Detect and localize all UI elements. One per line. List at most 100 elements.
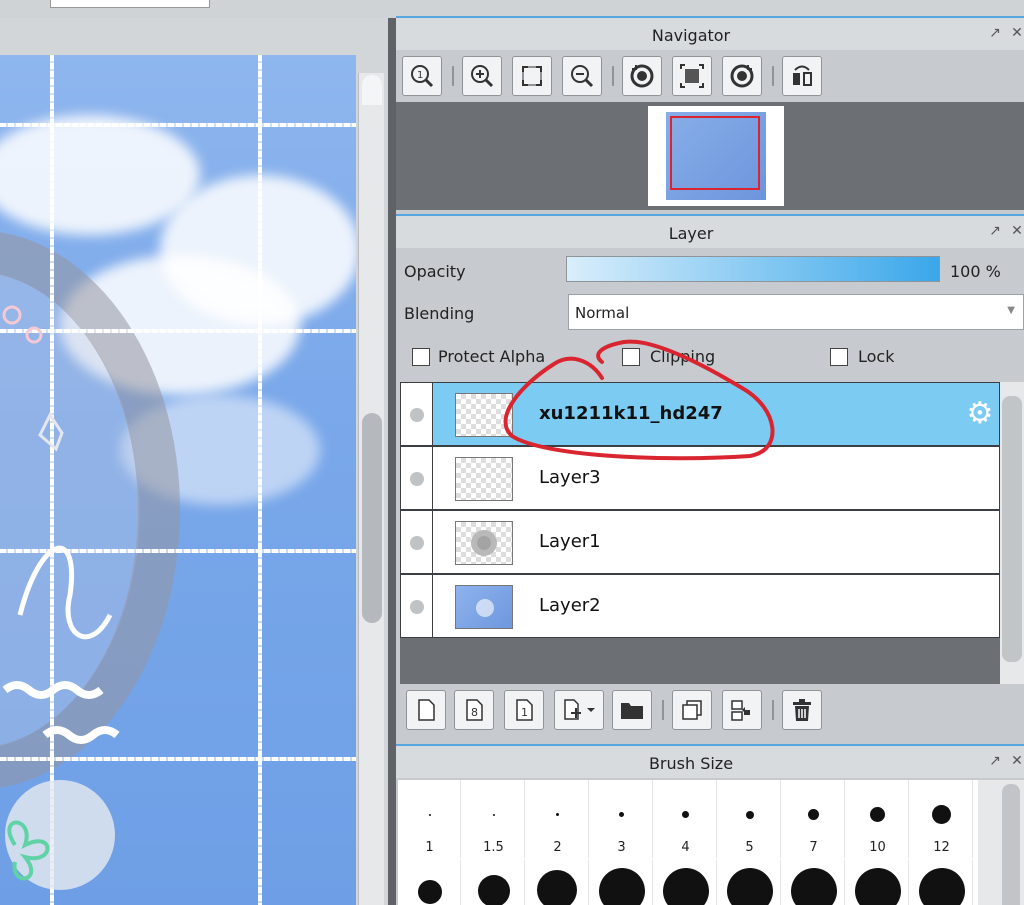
brush-size-cell[interactable] — [654, 860, 717, 905]
top-input-field[interactable] — [50, 0, 210, 8]
brush-dot — [429, 814, 431, 816]
brush-dot — [932, 805, 951, 824]
new-8bit-layer-button[interactable]: 8 — [454, 690, 494, 730]
close-icon[interactable]: ✕ — [1008, 24, 1024, 42]
popout-icon[interactable]: ↗ — [986, 24, 1004, 42]
brush-size-cell[interactable]: 1 — [398, 780, 461, 858]
fit-button[interactable] — [512, 56, 552, 96]
layer-visibility-toggle[interactable] — [401, 575, 433, 637]
brush-size-cell[interactable]: 5 — [718, 780, 781, 858]
brush-size-cell[interactable] — [526, 860, 589, 905]
brush-size-cell[interactable]: 12 — [910, 780, 973, 858]
layer-name: Layer3 — [539, 467, 601, 488]
popout-icon[interactable]: ↗ — [986, 222, 1004, 240]
brush-dot — [746, 811, 754, 819]
reset-view-button[interactable] — [672, 56, 712, 96]
brush-dot — [663, 868, 709, 905]
new-layer-button[interactable] — [406, 690, 446, 730]
brush-size-cell[interactable] — [910, 860, 973, 905]
brush-size-cell[interactable] — [462, 860, 525, 905]
blending-label: Blending — [404, 304, 475, 323]
panel-splitter[interactable] — [388, 18, 396, 905]
new-layer-icon — [418, 699, 435, 721]
brush-size-label: 3 — [617, 840, 626, 855]
brush-size-label: 1.5 — [483, 840, 504, 855]
opacity-value: 100 % — [950, 262, 1001, 281]
visibility-icon — [410, 408, 424, 422]
close-icon[interactable]: ✕ — [1008, 752, 1024, 770]
brush-size-cell[interactable] — [846, 860, 909, 905]
layer-thumbnail-art — [476, 599, 494, 617]
navigator-thumbnail[interactable] — [648, 106, 784, 206]
brush-dot — [855, 868, 901, 905]
merge-down-button[interactable] — [722, 690, 762, 730]
toolbar-separator — [772, 700, 774, 720]
layer-visibility-toggle[interactable] — [401, 511, 433, 573]
toolbar-separator — [662, 700, 664, 720]
flip-button[interactable] — [782, 56, 822, 96]
delete-layer-button[interactable] — [782, 690, 822, 730]
gear-icon[interactable]: ⚙ — [965, 399, 995, 429]
zoom-in-button[interactable] — [462, 56, 502, 96]
brush-dot — [537, 870, 577, 905]
brush-dot — [478, 875, 510, 905]
popout-icon[interactable]: ↗ — [986, 752, 1004, 770]
opacity-slider[interactable] — [566, 256, 940, 282]
visibility-icon — [410, 472, 424, 486]
layer-list-scrollbar[interactable] — [1000, 382, 1024, 684]
layer-visibility-toggle[interactable] — [401, 447, 433, 509]
brush-size-panel: Brush Size ↗ ✕ 1 1.5 2 3 4 5 7 10 12 — [396, 744, 1024, 905]
blending-value: Normal — [575, 304, 630, 322]
brush-size-cell[interactable] — [782, 860, 845, 905]
app-window: Navigator ↗ ✕ 1 Layer ↗ ✕ Opacity 100 % … — [0, 0, 1024, 905]
duplicate-layer-button[interactable] — [672, 690, 712, 730]
brush-dot — [619, 812, 624, 817]
scrollbar-thumb[interactable] — [362, 413, 382, 623]
protect-alpha-checkbox[interactable] — [412, 348, 430, 366]
rotate-right-button[interactable] — [722, 56, 762, 96]
brush-dot — [599, 868, 645, 905]
layer-visibility-toggle[interactable] — [401, 383, 433, 445]
brush-size-cell[interactable] — [718, 860, 781, 905]
drawing-canvas[interactable] — [0, 55, 356, 905]
artwork-strokes — [2, 305, 120, 890]
brush-size-scrollbar[interactable] — [978, 780, 1024, 905]
layer-row[interactable]: Layer1 — [400, 510, 1000, 574]
fit-icon — [522, 66, 542, 86]
zoom-out-button[interactable] — [562, 56, 602, 96]
layer-row[interactable]: Layer2 — [400, 574, 1000, 638]
brush-dot — [791, 868, 837, 905]
brush-size-label: 4 — [681, 840, 690, 855]
brush-size-title: Brush Size — [648, 754, 734, 773]
brush-size-cell[interactable] — [398, 860, 461, 905]
scrollbar-thumb[interactable] — [1002, 396, 1022, 662]
close-icon[interactable]: ✕ — [1008, 222, 1024, 240]
layer-name: Layer1 — [539, 531, 601, 552]
add-layer-dropdown-button[interactable] — [554, 690, 604, 730]
zoom-actual-button[interactable]: 1 — [402, 56, 442, 96]
brush-size-cell[interactable]: 7 — [782, 780, 845, 858]
brush-size-cell[interactable]: 1.5 — [462, 780, 525, 858]
brush-size-cell[interactable]: 10 — [846, 780, 909, 858]
folder-icon — [621, 703, 643, 719]
svg-text:1: 1 — [521, 706, 528, 719]
scrollbar-thumb[interactable] — [1002, 784, 1020, 905]
lock-checkbox[interactable] — [830, 348, 848, 366]
brush-size-cell[interactable]: 3 — [590, 780, 653, 858]
brush-size-header: Brush Size ↗ ✕ — [396, 744, 1024, 778]
blending-select[interactable]: Normal ▼ — [568, 294, 1024, 330]
brush-dot — [919, 868, 965, 905]
merge-down-icon — [731, 700, 750, 721]
brush-size-cell[interactable]: 4 — [654, 780, 717, 858]
rotate-left-button[interactable] — [622, 56, 662, 96]
new-1bit-layer-button[interactable]: 1 — [504, 690, 544, 730]
chevron-down-icon: ▼ — [1007, 305, 1015, 316]
new-folder-button[interactable] — [612, 690, 652, 730]
brush-size-cell[interactable]: 2 — [526, 780, 589, 858]
canvas-vertical-scrollbar[interactable] — [358, 73, 384, 905]
brush-size-label: 1 — [425, 840, 434, 855]
navigator-viewport-box[interactable] — [670, 116, 760, 190]
flip-icon — [793, 65, 812, 86]
brush-dot — [556, 813, 559, 816]
brush-size-cell[interactable] — [590, 860, 653, 905]
